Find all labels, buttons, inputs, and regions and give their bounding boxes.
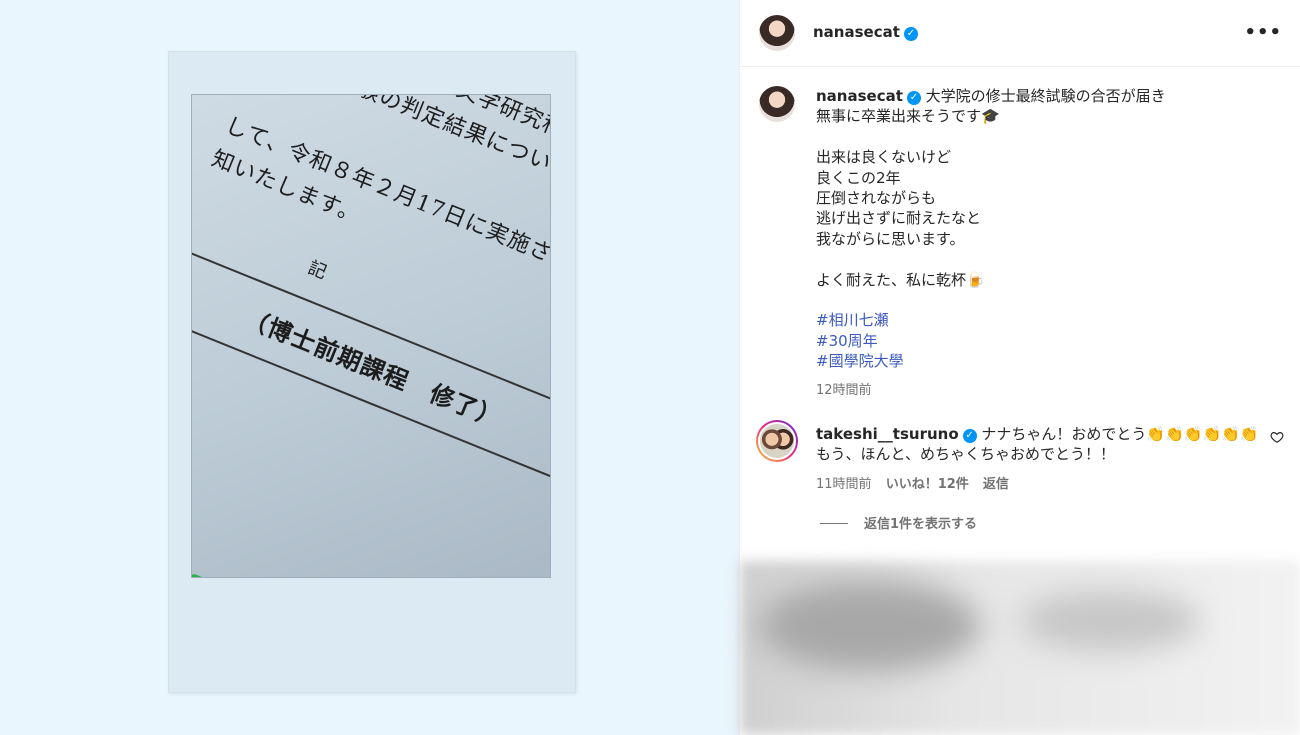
caption-line: 良くこの2年 [816,168,901,187]
verified-badge-icon: ✓ [903,27,918,41]
comment-timestamp[interactable]: 11時間前 [816,477,872,492]
comment-avatar[interactable] [756,420,798,462]
blurred-overlay [740,561,1300,735]
caption-line: 圧倒されながらも [816,189,937,208]
verified-badge-icon: ✓ [962,429,977,443]
post-photo[interactable]: 院大學大学院 文学研究科：博士 最終試験の判定結果について（通知 して、令和８年… [191,94,551,578]
instagram-post-view: 院大學大学院 文学研究科：博士 最終試験の判定結果について（通知 して、令和８年… [0,0,1300,735]
comment-meta: 11時間前 いいね！12件 返信 [816,473,1019,492]
caption-line: 出来は良くないけど [816,148,952,167]
avatar-image [758,422,796,460]
more-options-icon[interactable]: ••• [1244,22,1282,43]
post-pane: nanasecat ✓ ••• nanasecat ✓ 大学院の修士最終試験の合否が… [739,0,1300,735]
reply-button[interactable]: 返信 [983,477,1009,492]
caption-line: 我ながらに思います。 [816,229,965,248]
like-heart-icon[interactable] [1270,430,1284,444]
caption-line: 大学院の修士最終試験の合否が届き [925,87,1166,105]
caption-line: よく耐えた、私に乾杯🍺 [816,270,985,289]
document-photo: 院大學大学院 文学研究科：博士 最終試験の判定結果について（通知 して、令和８年… [191,95,550,577]
comment-username[interactable]: takeshi__tsuruno [816,425,959,443]
caption-username[interactable]: nanasecat [816,87,903,105]
post-timestamp[interactable]: 12時間前 [816,379,872,398]
hashtag-link[interactable]: #國學院大學 [816,351,1286,371]
post-header: nanasecat ✓ ••• [740,0,1300,67]
post-caption: nanasecat ✓ 大学院の修士最終試験の合否が届き 無事に卒業出来そうです🎓… [816,86,1286,372]
view-replies-label: 返信1件を表示する [864,517,978,532]
comment-likes[interactable]: いいね！12件 [886,477,969,492]
document-line: 記 [304,257,331,284]
caption-line: 無事に卒業出来そうです🎓 [816,107,1000,126]
username-text[interactable]: nanasecat [813,23,900,41]
divider-line [820,523,848,524]
comment-text: もう、ほんと、めちゃくちゃおめでとう！！ [816,445,1115,464]
comment-text: ナナちゃん！おめでとう👏👏👏👏👏👏 [981,425,1259,443]
document-pass-mark: 合格 [191,258,197,305]
hashtag-link[interactable]: #30周年 [816,331,1286,351]
post-username[interactable]: nanasecat ✓ [813,23,918,41]
caption-line: 逃げ出さずに耐えたなと [816,209,982,228]
verified-badge-icon: ✓ [906,91,921,105]
view-replies-button[interactable]: 返信1件を表示する [820,513,977,532]
caption-avatar[interactable] [759,86,795,122]
avatar[interactable] [759,15,795,51]
media-pane: 院大學大学院 文学研究科：博士 最終試験の判定結果について（通知 して、令和８年… [0,0,739,735]
hashtag-link[interactable]: #相川七瀬 [816,310,1286,330]
comment: takeshi__tsuruno ✓ ナナちゃん！おめでとう👏👏👏👏👏👏 もう、ほ… [816,424,1261,465]
